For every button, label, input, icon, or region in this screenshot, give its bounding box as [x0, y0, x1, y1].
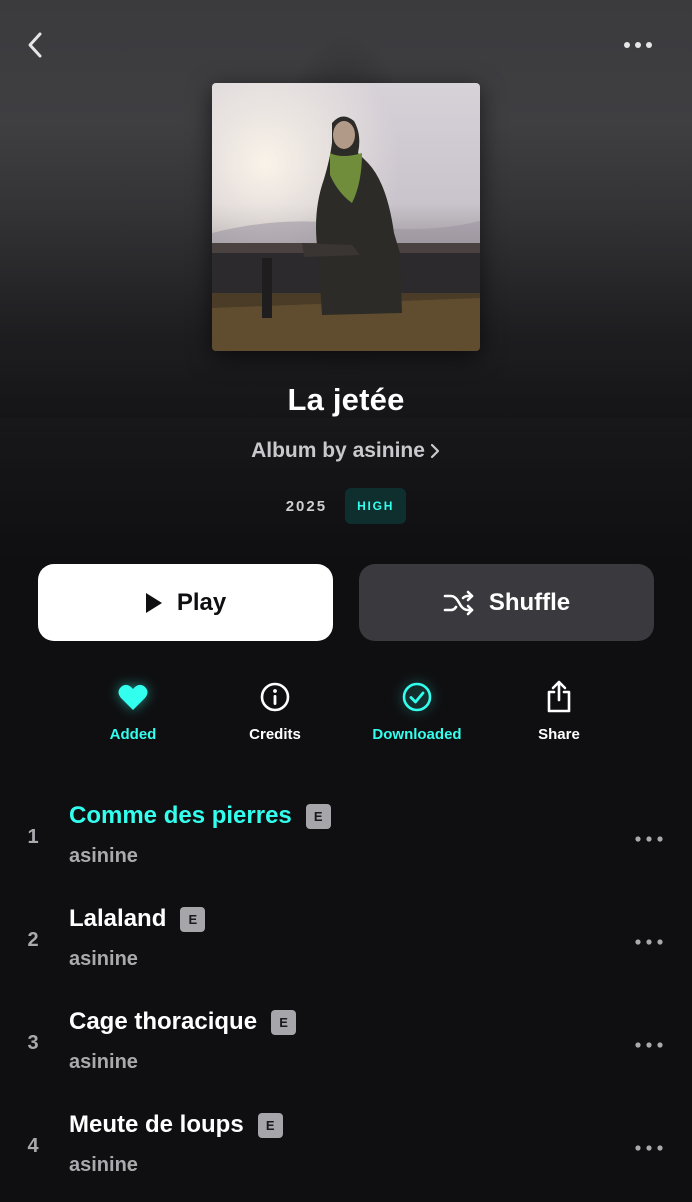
- album-artist-link[interactable]: Album by asinine: [0, 439, 692, 466]
- share-label: Share: [538, 726, 580, 743]
- track-artist[interactable]: asinine: [69, 948, 138, 971]
- album-meta: 2025 HIGH: [0, 488, 692, 524]
- more-horizontal-icon: [635, 1145, 663, 1151]
- track-row[interactable]: 4 Meute de loups E asinine: [0, 1099, 692, 1202]
- play-button[interactable]: Play: [38, 564, 333, 641]
- track-artist[interactable]: asinine: [69, 845, 138, 868]
- shuffle-button[interactable]: Shuffle: [359, 564, 654, 641]
- track-title: Lalaland: [69, 905, 167, 932]
- track-title: Meute de loups: [69, 1111, 244, 1138]
- album-actions: Added Credits Downloaded Share: [62, 678, 630, 743]
- explicit-badge: E: [180, 906, 206, 932]
- track-number: 1: [27, 826, 39, 848]
- track-row[interactable]: 2 Lalaland E asinine: [0, 893, 692, 996]
- track-number: 2: [27, 929, 39, 951]
- track-artist[interactable]: asinine: [69, 1051, 138, 1074]
- more-options-button[interactable]: [618, 22, 658, 68]
- track-row[interactable]: 3 Cage thoracique E asinine: [0, 996, 692, 1099]
- track-options-button[interactable]: [632, 927, 666, 957]
- explicit-badge: E: [271, 1009, 297, 1035]
- release-year: 2025: [285, 497, 328, 515]
- more-horizontal-icon: [635, 939, 663, 945]
- added-label: Added: [109, 726, 157, 743]
- track-number: 4: [27, 1135, 39, 1157]
- album-artist-label: Album by asinine: [251, 439, 425, 462]
- album-title: La jetée: [287, 382, 405, 417]
- track-title: Cage thoracique: [69, 1008, 258, 1035]
- info-icon: [259, 678, 291, 716]
- quality-badge: HIGH: [345, 488, 407, 524]
- heart-icon: [117, 678, 149, 716]
- track-row[interactable]: 1 Comme des pierres E asinine: [0, 790, 692, 893]
- track-title-row: Cage thoracique E: [69, 1008, 297, 1036]
- track-title-row: Meute de loups E: [69, 1111, 283, 1139]
- chevron-left-icon: [28, 32, 42, 58]
- credits-button[interactable]: Credits: [204, 678, 346, 743]
- shuffle-icon: [443, 590, 474, 615]
- downloaded-button[interactable]: Downloaded: [346, 678, 488, 743]
- back-button[interactable]: [12, 22, 58, 68]
- chevron-right-icon: [429, 442, 441, 466]
- track-options-button[interactable]: [632, 1133, 666, 1163]
- more-horizontal-icon: [635, 1042, 663, 1048]
- track-number: 3: [27, 1032, 39, 1054]
- more-horizontal-icon: [624, 42, 652, 48]
- track-options-button[interactable]: [632, 824, 666, 854]
- explicit-badge: E: [305, 803, 331, 829]
- track-options-button[interactable]: [632, 1030, 666, 1060]
- share-button[interactable]: Share: [488, 678, 630, 743]
- track-title: Comme des pierres: [69, 802, 292, 829]
- shuffle-button-label: Shuffle: [488, 588, 571, 616]
- track-title-row: Lalaland E: [69, 905, 206, 933]
- more-horizontal-icon: [635, 836, 663, 842]
- share-icon: [543, 678, 575, 716]
- track-title-row: Comme des pierres E: [69, 802, 331, 830]
- explicit-badge: E: [257, 1112, 283, 1138]
- downloaded-label: Downloaded: [372, 726, 462, 743]
- added-button[interactable]: Added: [62, 678, 204, 743]
- album-cover: [212, 83, 480, 351]
- credits-label: Credits: [249, 726, 301, 743]
- play-button-label: Play: [176, 588, 227, 616]
- track-artist[interactable]: asinine: [69, 1154, 138, 1177]
- check-circle-icon: [401, 678, 433, 716]
- track-list: 1 Comme des pierres E asinine 2 Lalaland…: [0, 790, 692, 1202]
- play-icon: [145, 592, 162, 613]
